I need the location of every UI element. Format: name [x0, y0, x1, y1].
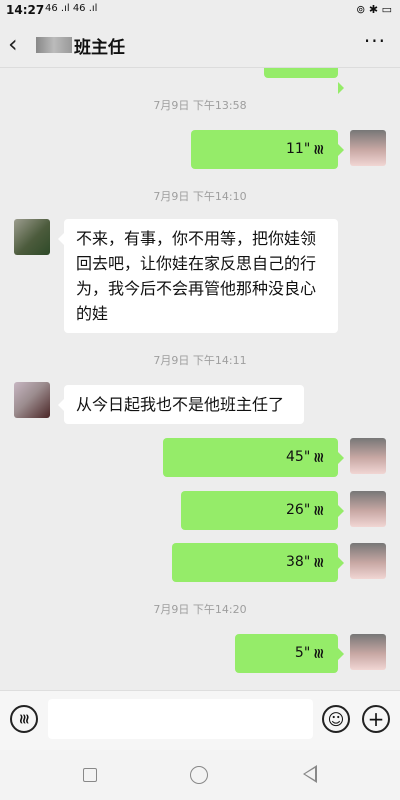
- voice-message-bubble[interactable]: 26" ≋: [181, 491, 344, 530]
- chat-header: ‹ 班主任 ···: [0, 22, 400, 68]
- avatar-self[interactable]: [350, 543, 386, 579]
- voice-wave-icon: ≋: [310, 143, 327, 156]
- status-right-icons: ⊚ ✱ ▭: [356, 3, 392, 16]
- recent-apps-icon[interactable]: [83, 768, 97, 782]
- more-icon[interactable]: ···: [364, 31, 386, 51]
- voice-wave-icon: ≋: [310, 556, 327, 569]
- redacted-name-block: [36, 37, 72, 53]
- avatar-self[interactable]: [350, 130, 386, 166]
- voice-wave-icon: ≋: [310, 647, 327, 660]
- text-message-bubble[interactable]: 从今日起我也不是他班主任了: [58, 385, 304, 424]
- avatar-teacher[interactable]: [14, 382, 50, 418]
- nav-back-icon[interactable]: [303, 765, 317, 783]
- signal-icon: 46 .ıl 46 .ıl: [45, 3, 98, 14]
- avatar-teacher[interactable]: [14, 219, 50, 255]
- avatar-self[interactable]: [350, 438, 386, 474]
- voice-message-bubble[interactable]: 11" ≋: [191, 130, 344, 169]
- chat-title-wrap: 班主任: [36, 33, 125, 58]
- message-line: 的娃: [76, 304, 109, 323]
- message-timestamp: 7月9日 下午14:20: [153, 603, 247, 616]
- voice-message-bubble[interactable]: 5" ≋: [235, 634, 344, 673]
- message-input[interactable]: [48, 699, 313, 739]
- system-nav-bar: [0, 750, 400, 800]
- message-timestamp: 7月9日 下午14:11: [153, 354, 247, 367]
- home-icon[interactable]: [190, 766, 208, 784]
- chat-title: 班主任: [74, 37, 125, 58]
- message-line: 为，我今后不会再管他那种没良心: [76, 279, 317, 298]
- message-line: 不来，有事，你不用等，把你娃领: [76, 229, 317, 248]
- emoji-icon[interactable]: ☺: [322, 705, 350, 733]
- voice-wave-icon: ≋: [310, 504, 327, 517]
- voice-wave-icon: ≋: [310, 451, 327, 464]
- plus-icon[interactable]: +: [362, 705, 390, 733]
- chat-input-bar: ≋ ☺ +: [0, 690, 400, 750]
- message-timestamp: 7月9日 下午14:10: [153, 190, 247, 203]
- voice-message-bubble[interactable]: 38" ≋: [172, 543, 344, 582]
- voice-message-bubble[interactable]: 45" ≋: [163, 438, 344, 477]
- message-line: 从今日起我也不是他班主任了: [76, 395, 285, 414]
- status-time: 14:27: [6, 3, 45, 17]
- voice-bubble-partial[interactable]: [264, 68, 344, 94]
- text-message-bubble[interactable]: 不来，有事，你不用等，把你娃领 回去吧，让你娃在家反思自己的行 为，我今后不会再…: [58, 219, 338, 333]
- back-chevron-icon[interactable]: ‹: [8, 32, 18, 56]
- avatar-self[interactable]: [350, 634, 386, 670]
- status-bar: 14:27 46 .ıl 46 .ıl ⊚ ✱ ▭: [0, 0, 400, 22]
- message-line: 回去吧，让你娃在家反思自己的行: [76, 254, 317, 273]
- voice-input-icon[interactable]: ≋: [10, 705, 38, 733]
- message-timestamp: 7月9日 下午13:58: [153, 99, 247, 112]
- avatar-self[interactable]: [350, 491, 386, 527]
